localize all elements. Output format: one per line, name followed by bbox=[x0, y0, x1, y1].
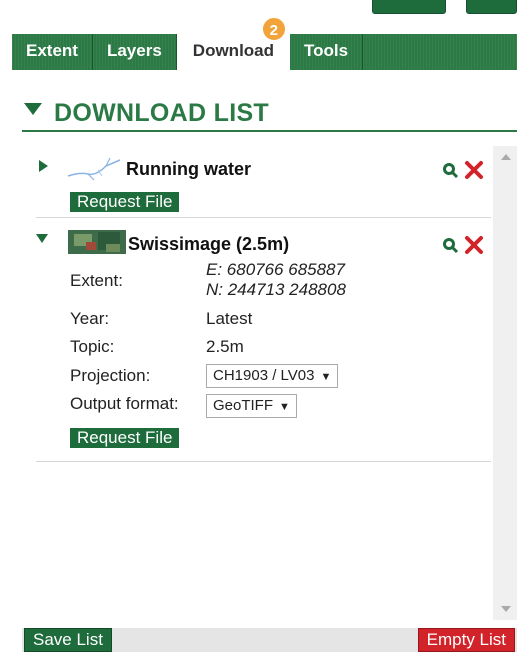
extent-label: Extent: bbox=[70, 271, 123, 290]
list-item-running-water: Running water Request File bbox=[36, 146, 491, 218]
dropdown-arrow-icon: ▼ bbox=[279, 401, 290, 413]
year-value: Latest bbox=[206, 309, 253, 328]
empty-list-button[interactable]: Empty List bbox=[417, 628, 515, 652]
list-footer: Save List Empty List bbox=[22, 628, 517, 652]
output-format-label: Output format: bbox=[70, 394, 179, 413]
aerial-image-thumbnail-icon bbox=[68, 230, 126, 254]
zoom-to-icon[interactable] bbox=[441, 236, 459, 254]
download-list-header[interactable]: DOWNLOAD LIST bbox=[22, 96, 517, 132]
projection-select[interactable]: CH1903 / LV03 ▼ bbox=[206, 364, 339, 388]
top-toolbar-button-2[interactable] bbox=[466, 0, 517, 14]
output-format-select[interactable]: GeoTIFF ▼ bbox=[206, 394, 297, 418]
section-title: DOWNLOAD LIST bbox=[54, 98, 269, 127]
expand-caret-icon[interactable] bbox=[39, 160, 48, 172]
river-thumbnail-icon bbox=[67, 157, 121, 181]
extent-north-value: N: 244713 248808 bbox=[206, 280, 346, 299]
item-title: Swissimage (2.5m) bbox=[128, 234, 290, 254]
tab-extent[interactable]: Extent bbox=[12, 34, 93, 70]
download-count-badge: 2 bbox=[260, 16, 287, 42]
topic-value: 2.5m bbox=[206, 337, 244, 356]
top-toolbar-button-1[interactable] bbox=[372, 0, 446, 14]
remove-icon[interactable] bbox=[464, 235, 484, 255]
projection-label: Projection: bbox=[70, 366, 151, 385]
collapse-triangle-icon[interactable] bbox=[24, 103, 42, 115]
request-file-button[interactable]: Request File bbox=[70, 428, 180, 448]
download-list: Running water Request File Swissimage (2… bbox=[36, 146, 491, 620]
topic-label: Topic: bbox=[70, 337, 115, 356]
collapse-caret-icon[interactable] bbox=[36, 234, 48, 243]
tab-layers[interactable]: Layers bbox=[93, 34, 177, 70]
item-title: Running water bbox=[126, 159, 251, 179]
dropdown-arrow-icon: ▼ bbox=[320, 371, 332, 383]
extent-east-value: E: 680766 685887 bbox=[206, 260, 345, 279]
tab-download[interactable]: Download 2 bbox=[176, 16, 291, 70]
request-file-button[interactable]: Request File bbox=[70, 192, 180, 212]
tab-tools[interactable]: Tools bbox=[290, 34, 364, 70]
zoom-to-icon[interactable] bbox=[441, 161, 459, 179]
tab-bar: Extent Layers Download 2 Tools bbox=[12, 16, 517, 70]
year-label: Year: bbox=[70, 309, 110, 328]
list-scrollbar[interactable] bbox=[493, 146, 517, 620]
scroll-up-icon[interactable] bbox=[501, 154, 511, 160]
save-list-button[interactable]: Save List bbox=[24, 628, 112, 652]
scroll-down-icon[interactable] bbox=[501, 606, 511, 612]
list-item-swissimage: Swissimage (2.5m) Extent: E: 680766 6858… bbox=[36, 218, 491, 462]
remove-icon[interactable] bbox=[464, 160, 484, 180]
